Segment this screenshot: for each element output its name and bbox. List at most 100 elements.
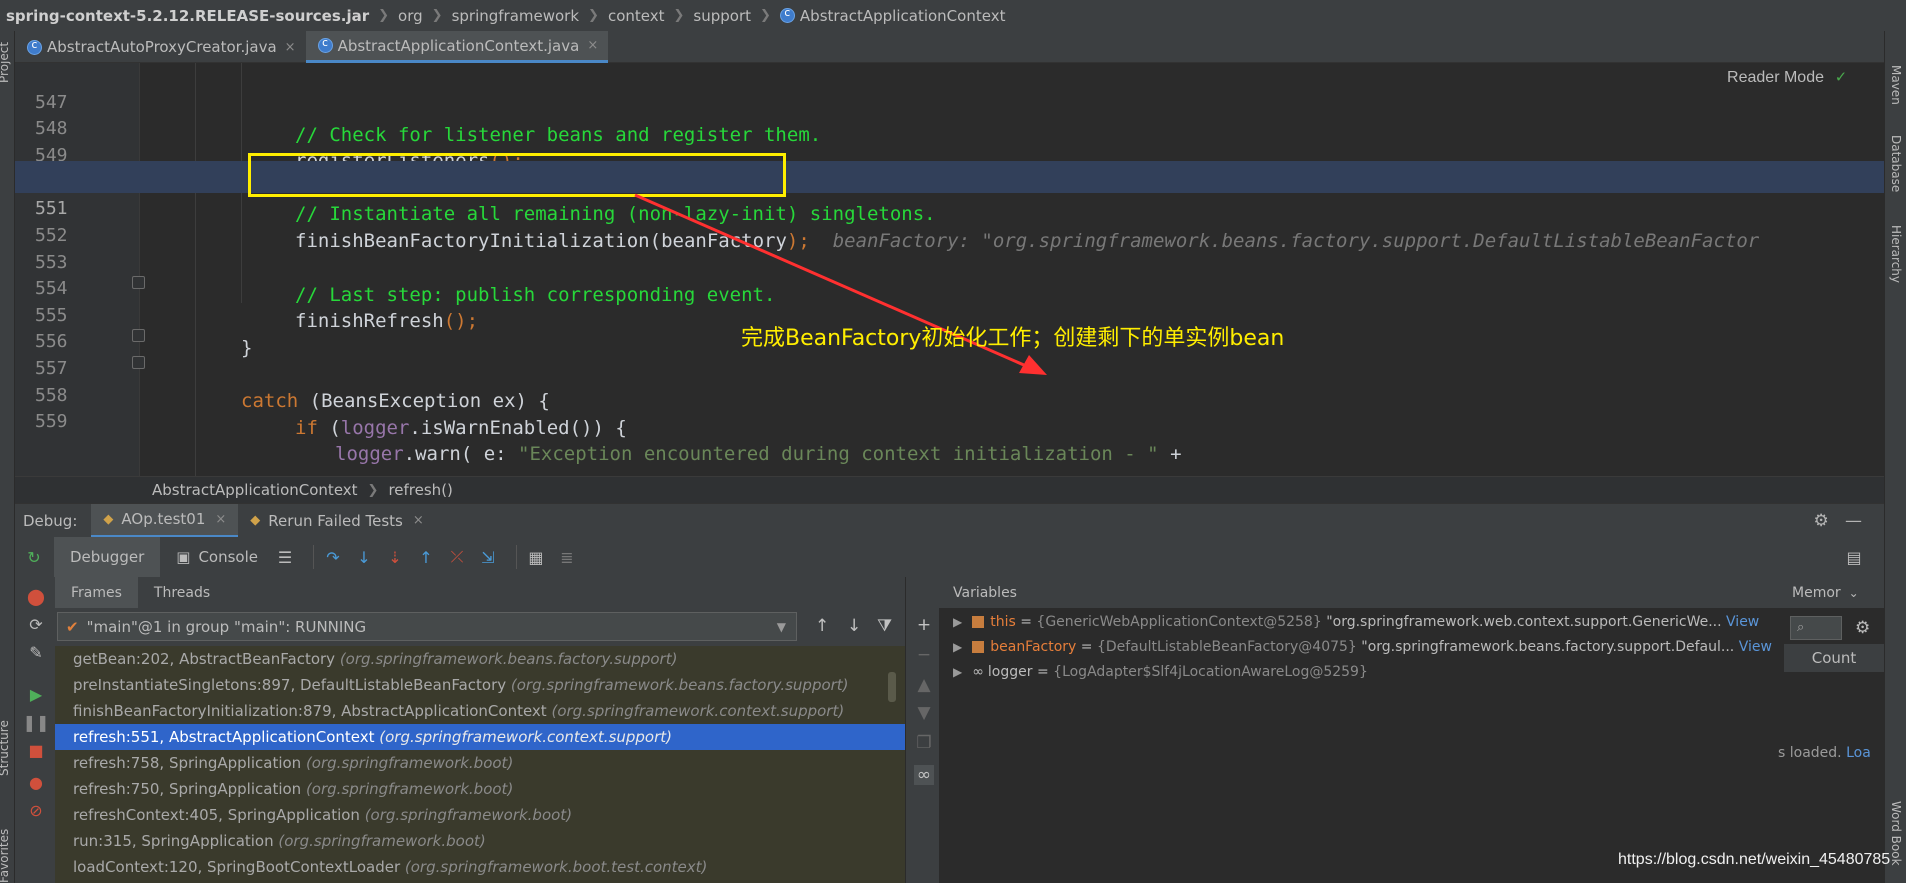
stack-frame[interactable]: refresh:758, SpringApplication (org.spri… xyxy=(55,750,905,776)
move-down-icon[interactable]: ▼ xyxy=(914,703,934,723)
fold-marker-icon[interactable] xyxy=(132,276,145,289)
count-column-header[interactable]: Count xyxy=(1784,644,1884,672)
view-link[interactable]: View xyxy=(1726,614,1759,630)
rerun-icon[interactable]: ↻ xyxy=(23,546,45,568)
tool-window-hierarchy[interactable]: Hierarchy xyxy=(1889,225,1903,283)
tab-threads[interactable]: Threads xyxy=(138,577,226,608)
breadcrumb-context[interactable]: context xyxy=(608,7,665,25)
code-editor[interactable]: 547 // Check for listener beans and regi… xyxy=(15,63,1884,476)
view-link[interactable]: View xyxy=(1739,639,1772,655)
tool-window-word-book[interactable]: Word Book xyxy=(1889,801,1903,866)
close-icon[interactable]: × xyxy=(215,512,226,527)
tab-abstract-auto-proxy-creator[interactable]: AbstractAutoProxyCreator.java × xyxy=(15,31,306,63)
breadcrumb-class[interactable]: AbstractApplicationContext xyxy=(800,7,1006,25)
variable-row[interactable]: ▶ this = {GenericWebApplicationContext@52… xyxy=(953,610,1759,635)
chevron-right-icon: ❯ xyxy=(588,8,599,23)
resume-icon[interactable]: ▶ xyxy=(25,683,47,705)
filter-icon[interactable]: ⧩ xyxy=(877,616,892,636)
variable-row[interactable]: ▶ ∞ logger = {LogAdapter$Slf4jLocationAwar… xyxy=(953,660,1368,685)
load-link[interactable]: Loa xyxy=(1846,745,1871,761)
stack-frame[interactable]: refreshContext:405, SpringApplication (o… xyxy=(55,802,905,828)
thread-dropdown[interactable]: ✔ "main"@1 in group "main": RUNNING ▼ xyxy=(57,612,797,641)
move-up-icon[interactable]: ▲ xyxy=(914,675,934,695)
remove-watch-icon[interactable]: − xyxy=(914,645,934,665)
fold-marker-icon[interactable] xyxy=(132,356,145,369)
close-icon[interactable]: × xyxy=(285,40,296,55)
gear-icon[interactable]: ⚙ xyxy=(1814,511,1829,531)
fold-marker-icon[interactable] xyxy=(132,329,145,342)
restart-icon[interactable]: ⟳ xyxy=(25,613,47,635)
variable-row[interactable]: ▶ beanFactory = {DefaultListableBeanFacto… xyxy=(953,635,1772,660)
tab-frames[interactable]: Frames xyxy=(55,577,138,608)
menu-icon[interactable]: ☰ xyxy=(274,546,296,568)
tab-aop-test01[interactable]: ◆ AOp.test01 × xyxy=(91,503,239,538)
check-icon: ✔ xyxy=(66,617,79,636)
gear-icon[interactable]: ⚙ xyxy=(1855,618,1870,638)
add-watch-icon[interactable]: + xyxy=(914,615,934,635)
step-over-icon[interactable]: ↷ xyxy=(322,546,344,568)
memory-search-input[interactable]: ⌕ xyxy=(1790,616,1842,640)
stack-frame[interactable]: refresh:750, SpringApplication (org.spri… xyxy=(55,776,905,802)
tab-label: AbstractAutoProxyCreator.java xyxy=(47,38,277,56)
memory-status: s loaded. Loa xyxy=(1778,745,1871,761)
tab-debugger[interactable]: Debugger xyxy=(54,537,161,577)
force-step-into-icon[interactable]: ⇣ xyxy=(384,546,406,568)
close-icon[interactable]: × xyxy=(413,513,424,528)
right-tool-strip: Maven Database Hierarchy Word Book xyxy=(1884,31,1906,883)
tool-window-maven[interactable]: Maven xyxy=(1889,65,1903,105)
close-icon[interactable]: × xyxy=(587,38,598,53)
chevron-down-icon: ▼ xyxy=(776,619,786,634)
stack-frame[interactable]: loadContext:120, SpringBootContextLoader… xyxy=(55,854,905,880)
chevron-right-icon: ❯ xyxy=(673,8,685,23)
tab-console[interactable]: ▣ Console xyxy=(160,537,274,577)
expand-arrow-icon[interactable]: ▶ xyxy=(953,665,962,679)
tool-window-structure[interactable]: Structure xyxy=(0,720,11,776)
breadcrumb-jar[interactable]: spring-context-5.2.12.RELEASE-sources.ja… xyxy=(6,7,369,25)
stack-frame-selected[interactable]: refresh:551, AbstractApplicationContext … xyxy=(55,724,905,750)
tab-rerun-failed-tests[interactable]: ◆ Rerun Failed Tests × xyxy=(238,504,435,538)
run-to-cursor-icon[interactable]: ⇲ xyxy=(477,546,499,568)
editor-tabs: AbstractAutoProxyCreator.java × Abstract… xyxy=(15,31,1884,63)
stack-frame[interactable]: preInstantiateSingletons:897, DefaultLis… xyxy=(55,672,905,698)
arrow-down-icon[interactable]: ↓ xyxy=(847,616,861,636)
step-out-icon[interactable]: ↑ xyxy=(415,546,437,568)
arrow-up-icon[interactable]: ↑ xyxy=(815,616,829,636)
breadcrumb-springframework[interactable]: springframework xyxy=(452,7,579,25)
tab-abstract-application-context[interactable]: AbstractApplicationContext.java × xyxy=(305,31,609,63)
tool-window-database[interactable]: Database xyxy=(1889,135,1903,192)
stack-frame[interactable]: getBean:202, AbstractBeanFactory (org.sp… xyxy=(55,646,905,672)
stack-frame[interactable]: run:315, SpringApplication (org.springfr… xyxy=(55,828,905,854)
step-into-icon[interactable]: ↓ xyxy=(353,546,375,568)
wrench-icon[interactable]: ✎ xyxy=(25,641,47,663)
class-icon xyxy=(779,6,795,23)
frames-list: getBean:202, AbstractBeanFactory (org.sp… xyxy=(55,646,905,883)
breadcrumb-method[interactable]: refresh() xyxy=(388,481,452,499)
pause-icon[interactable]: ❚❚ xyxy=(23,711,50,733)
drop-frame-icon[interactable]: ⤫ xyxy=(446,546,468,568)
evaluate-expression-icon[interactable]: ▦ xyxy=(525,546,547,568)
expand-arrow-icon[interactable]: ▶ xyxy=(953,640,962,654)
breadcrumb-org[interactable]: org xyxy=(398,7,423,25)
mute-breakpoints-icon[interactable]: ⊘ xyxy=(25,799,47,821)
scrollbar[interactable] xyxy=(888,672,896,702)
variables-tree: ▶ this = {GenericWebApplicationContext@52… xyxy=(939,608,1784,883)
chevron-right-icon: ❯ xyxy=(760,8,771,23)
glasses-icon[interactable]: ∞ xyxy=(914,765,934,785)
expand-arrow-icon[interactable]: ▶ xyxy=(953,615,962,629)
layout-icon[interactable]: ▤ xyxy=(1843,546,1865,568)
breadcrumb-support[interactable]: support xyxy=(693,7,751,25)
stop-icon[interactable]: ■ xyxy=(25,739,47,761)
breakpoints-icon[interactable]: ⬤ xyxy=(25,585,47,607)
tool-window-project[interactable]: Project xyxy=(0,42,11,83)
breadcrumb-class[interactable]: AbstractApplicationContext xyxy=(152,481,358,499)
minimize-icon[interactable]: — xyxy=(1845,511,1862,531)
copy-icon[interactable]: ❐ xyxy=(914,733,934,753)
chevron-down-icon[interactable]: ⌄ xyxy=(1849,586,1859,600)
method-breadcrumb: AbstractApplicationContext ❯ refresh() xyxy=(15,476,1884,503)
stack-frame[interactable]: finishBeanFactoryInitialization:879, Abs… xyxy=(55,698,905,724)
view-breakpoints-icon[interactable]: ● xyxy=(25,771,47,793)
tool-window-favorites[interactable]: Favorites xyxy=(0,829,11,883)
debug-side-toolbar: ⬤ ⟳ ✎ ▶ ❚❚ ■ ● ⊘ xyxy=(15,577,55,883)
reader-mode-toggle[interactable]: Reader Mode xyxy=(1727,69,1824,87)
trace-icon[interactable]: ≣ xyxy=(556,546,578,568)
